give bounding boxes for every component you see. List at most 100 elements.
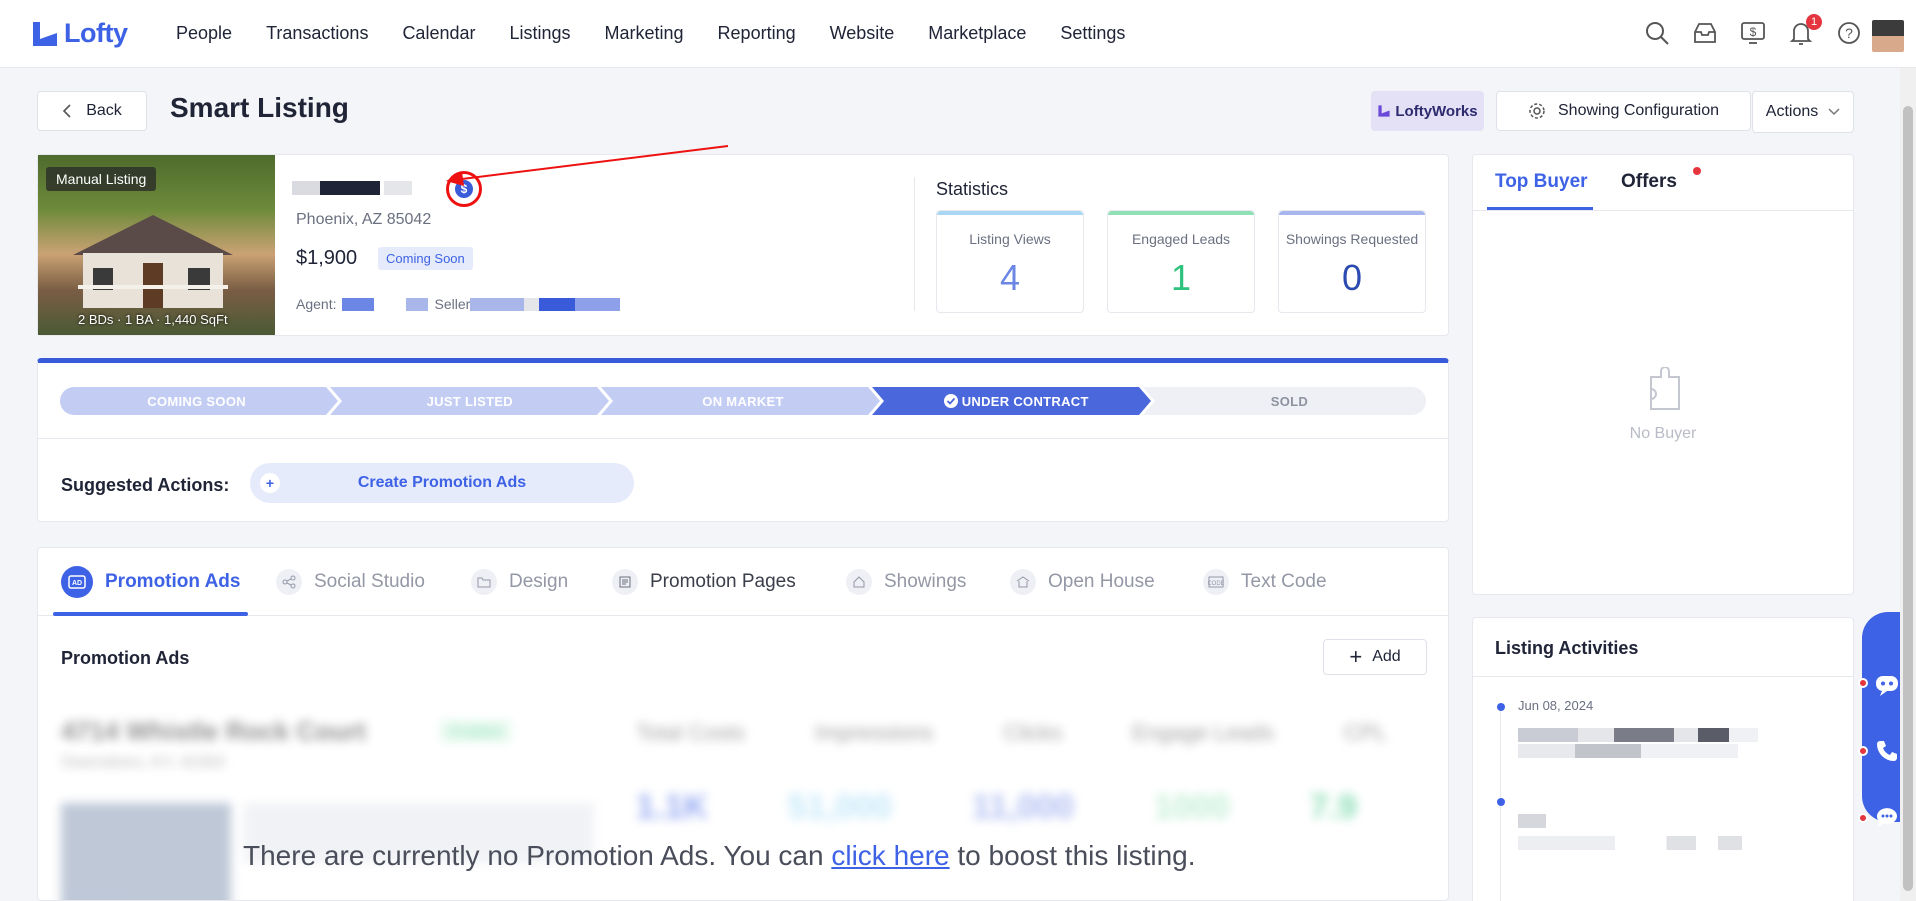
scrollbar[interactable] xyxy=(1900,68,1916,901)
folder-icon xyxy=(471,569,497,595)
stage-under-contract-label: UNDER CONTRACT xyxy=(961,393,1089,409)
sample-chip: Enabled xyxy=(440,720,512,742)
notification-dot xyxy=(1858,746,1868,756)
status-badge: Coming Soon xyxy=(378,247,473,270)
back-label: Back xyxy=(86,102,122,119)
empty-promotion-message: There are currently no Promotion Ads. Yo… xyxy=(243,840,1196,872)
tab-label: Design xyxy=(509,571,569,592)
tab-social-studio[interactable]: Social Studio xyxy=(276,564,425,600)
loftyworks-button[interactable]: LoftyWorks xyxy=(1371,91,1484,131)
tab-label: Promotion Ads xyxy=(105,571,241,592)
nav-settings[interactable]: Settings xyxy=(1060,23,1125,44)
statistics-title: Statistics xyxy=(936,179,1009,199)
sample-col: Engage Leads xyxy=(1132,720,1274,745)
back-button[interactable]: Back xyxy=(37,91,147,131)
redacted-activity xyxy=(1518,836,1788,850)
stat-accent xyxy=(937,211,1083,215)
sample-val: 1.1K xyxy=(636,788,708,826)
tab-label: Promotion Pages xyxy=(650,571,796,592)
avatar[interactable] xyxy=(1872,20,1904,52)
listing-address: Phoenix, AZ 85042 xyxy=(296,211,432,228)
chevron-left-icon xyxy=(63,104,71,118)
nav-icons: $ 1 ? xyxy=(1644,14,1862,46)
page-icon xyxy=(612,569,638,595)
nav-menu: People Transactions Calendar Listings Ma… xyxy=(176,23,1159,44)
actions-dropdown[interactable]: Actions xyxy=(1752,91,1854,133)
sample-photo xyxy=(61,803,231,900)
sample-col: Clicks xyxy=(1003,720,1063,745)
plus-icon: + xyxy=(1349,644,1363,669)
buyer-panel: Top Buyer Offers No Buyer xyxy=(1472,154,1854,595)
stage-on-market[interactable]: ON MARKET xyxy=(606,387,879,415)
stage-just-listed[interactable]: JUST LISTED xyxy=(333,387,606,415)
nav-transactions[interactable]: Transactions xyxy=(266,23,368,44)
active-tab-indicator xyxy=(53,612,248,616)
stage-under-contract[interactable]: UNDER CONTRACT xyxy=(880,387,1153,415)
tab-offers[interactable]: Offers xyxy=(1621,167,1701,193)
agent-row: Agent: Seller xyxy=(296,296,621,312)
annotation-arrow xyxy=(446,145,729,186)
tab-promotion-ads[interactable]: AD Promotion Ads xyxy=(61,564,240,600)
no-buyer-icon xyxy=(1650,367,1680,410)
scroll-thumb[interactable] xyxy=(1903,106,1913,891)
tab-label: Open House xyxy=(1048,571,1155,592)
divider xyxy=(38,438,1448,439)
listing-photo[interactable]: Manual Listing 2 BDs · 1 BA · 1,440 SqFt xyxy=(38,155,275,335)
stat-value: 1 xyxy=(1170,257,1192,298)
loftyworks-logo-icon xyxy=(1378,105,1390,117)
nav-people[interactable]: People xyxy=(176,23,232,44)
nav-website[interactable]: Website xyxy=(830,23,895,44)
message-icon xyxy=(1876,808,1897,827)
bell-button[interactable]: 1 xyxy=(1788,14,1822,46)
add-label: Add xyxy=(1372,648,1401,665)
redacted-agent-2 xyxy=(406,297,429,311)
stage-sold[interactable]: SOLD xyxy=(1153,387,1426,415)
tab-design[interactable]: Design xyxy=(471,564,568,600)
sample-val: 7.9 xyxy=(1309,788,1357,826)
create-promotion-ads-button[interactable]: + Create Promotion Ads xyxy=(250,463,634,503)
help-icon[interactable]: ? xyxy=(1836,20,1862,46)
nav-reporting[interactable]: Reporting xyxy=(718,23,796,44)
nav-marketing[interactable]: Marketing xyxy=(605,23,684,44)
actions-label: Actions xyxy=(1765,103,1819,120)
tab-showings[interactable]: Showings xyxy=(846,564,966,600)
agent-label: Agent: xyxy=(296,296,337,312)
sample-columns: Total Costs Impressions Clicks Engage Le… xyxy=(636,720,1387,746)
stage-coming-soon[interactable]: COMING SOON xyxy=(60,387,333,415)
stat-showings-requested[interactable]: Showings Requested 0 xyxy=(1278,210,1426,313)
boost-listing-link[interactable]: click here xyxy=(831,840,949,871)
stat-listing-views[interactable]: Listing Views 4 xyxy=(936,210,1084,313)
tab-text-code[interactable]: CODE Text Code xyxy=(1203,564,1327,600)
add-button[interactable]: + Add xyxy=(1323,639,1427,675)
logo-text: Lofty xyxy=(64,18,128,48)
inbox-icon[interactable] xyxy=(1692,20,1718,46)
search-icon[interactable] xyxy=(1644,20,1670,46)
tab-top-buyer[interactable]: Top Buyer xyxy=(1495,171,1588,193)
dollar-screen-icon[interactable]: $ xyxy=(1740,20,1766,46)
nav-marketplace[interactable]: Marketplace xyxy=(928,23,1026,44)
tab-promotion-pages[interactable]: Promotion Pages xyxy=(612,564,796,600)
listing-summary-card: Manual Listing 2 BDs · 1 BA · 1,440 SqFt… xyxy=(37,154,1449,336)
svg-text:CODE: CODE xyxy=(1208,581,1224,587)
lofty-logo[interactable]: Lofty xyxy=(30,18,140,49)
notification-dot xyxy=(1858,813,1868,823)
seller-label: Seller xyxy=(434,296,471,312)
nav-listings[interactable]: Listings xyxy=(509,23,570,44)
stat-engaged-leads[interactable]: Engaged Leads 1 xyxy=(1107,210,1255,313)
redacted-agent xyxy=(342,297,375,311)
tab-label: Social Studio xyxy=(314,571,425,592)
nav-calendar[interactable]: Calendar xyxy=(402,23,475,44)
sample-col: Impressions xyxy=(814,720,934,745)
svg-text:?: ? xyxy=(1845,25,1853,41)
tab-open-house[interactable]: Open House xyxy=(1010,564,1155,600)
lofty-logo-icon xyxy=(33,21,57,46)
showing-configuration-button[interactable]: Showing Configuration xyxy=(1496,91,1751,131)
activities-title: Listing Activities xyxy=(1495,638,1639,658)
activity-date: Jun 08, 2024 xyxy=(1518,698,1594,713)
svg-text:$: $ xyxy=(1750,25,1757,39)
stat-value: 0 xyxy=(1341,257,1363,298)
timeline-dot xyxy=(1497,798,1505,806)
house-icon xyxy=(1010,569,1036,595)
empty-suffix: to boost this listing. xyxy=(949,840,1196,871)
notification-dot xyxy=(1858,678,1868,688)
